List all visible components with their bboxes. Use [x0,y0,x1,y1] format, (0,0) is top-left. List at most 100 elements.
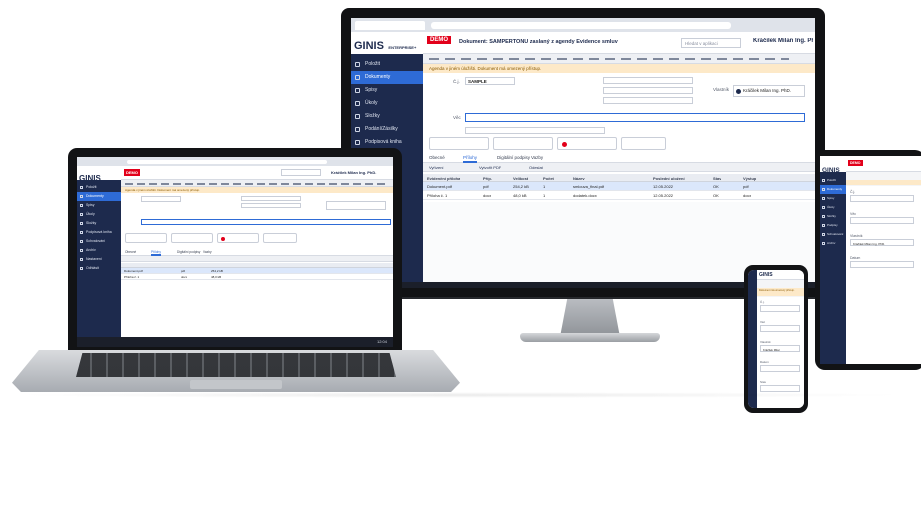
tablet-field[interactable] [850,261,914,268]
laptop-type-field[interactable] [241,196,301,201]
laptop-sidebar-item[interactable]: Položit [77,183,121,192]
laptop-sidebar-item[interactable]: Spisy [77,201,121,210]
sidebar-item[interactable]: Dokumenty [351,71,423,84]
warning-banner: Agenda v jiném úložišti. Dokument má ome… [423,64,815,73]
phone-field[interactable] [760,325,800,332]
phone-field[interactable] [760,305,800,312]
laptop-form-field[interactable] [241,203,301,208]
sidebar-item[interactable]: Složky [351,110,423,123]
laptop-user-name[interactable]: Kráčilek Milan Ing. PhD. [331,170,391,175]
browser-tab[interactable] [355,21,425,30]
laptop-search-input[interactable] [281,169,321,176]
laptop-table-cell: docx [181,275,188,279]
detail-tab[interactable]: Vazby [531,155,543,163]
phone-field[interactable] [760,365,800,372]
attachment-action-button[interactable]: Vyřízení [429,165,444,170]
tablet-field[interactable]: Kráčilek Milan Ing. PhD. [850,239,914,246]
laptop-sidebar-item[interactable]: Podpisová kniha [77,228,121,237]
tablet-sidebar-item-icon [822,206,825,209]
ref-value: SAMPLE [468,79,487,84]
laptop-table-cell: 48,0 kB [211,275,222,279]
tablet-logo-area: GINIS [820,156,846,174]
laptop-sidebar-item[interactable]: Složky [77,219,121,228]
phone-warning-banner: Dokument má omezený přístup. [757,288,804,296]
sidebar-item[interactable]: Podání/Zásilky [351,123,423,136]
type-field[interactable] [603,77,693,84]
laptop-sidebar-item[interactable]: Úkoly [77,210,121,219]
ref-field[interactable]: SAMPLE [465,77,515,85]
tablet-warning-banner [846,180,921,185]
user-name[interactable]: Kráčilek Milan Ing. PhD. [753,38,813,44]
laptop-sidebar-item[interactable]: Schvalování [77,237,121,246]
detail-tab[interactable]: Přílohy [463,155,478,163]
note-field[interactable] [465,127,605,134]
detail-tab[interactable]: Digitální podpisy [497,155,530,163]
tablet-sidebar-item[interactable]: Úkoly [820,203,846,212]
floor-shadow [10,392,910,398]
tablet-field[interactable] [850,195,914,202]
tablet-sidebar-item[interactable]: Podpisy [820,221,846,230]
subject-field[interactable] [465,113,805,122]
laptop-subject-field[interactable] [141,219,391,225]
laptop-action-card-1[interactable] [125,233,167,243]
laptop-table-row[interactable]: Příloha č. 1 docx 48,0 kB [121,274,393,280]
phone-field[interactable]: Kráčilek Milan [760,345,800,352]
laptop-action-card-2[interactable] [171,233,213,243]
tablet-sidebar-item[interactable]: Dokumenty [820,185,846,194]
date-field[interactable] [603,97,693,104]
laptop-owner-field[interactable] [326,201,386,210]
action-card-4[interactable] [621,137,666,150]
tablet-sidebar-item[interactable]: Spisy [820,194,846,203]
laptop-action-card-4[interactable] [263,233,297,243]
phone-field-label: Datum [760,360,769,364]
table-cell: docx [743,193,752,198]
laptop-sidebar-item-label: Úkoly [86,212,95,216]
document-form: Č.j. SAMPLE Vlastník Kráčilek Milan Ing.… [423,73,815,153]
laptop-trackpad [190,380,282,389]
phone-field[interactable] [760,385,800,392]
sidebar-item-icon [355,101,360,106]
action-card-1[interactable] [429,137,489,150]
table-column-header: Výstup [743,175,757,181]
laptop-sidebar-item-icon [80,195,83,198]
search-input[interactable]: Hledat v aplikaci [681,38,741,48]
browser-chrome [351,18,815,32]
tablet-sidebar-item[interactable]: Složky [820,212,846,221]
attachment-action-button[interactable]: Vytvořit PDF [479,165,501,170]
tablet-owner-value: Kráčilek Milan Ing. PhD. [853,241,886,246]
tablet-field-label: Věc [850,212,857,216]
laptop-sidebar-item[interactable]: Dokumenty [77,192,121,201]
table-row[interactable]: Příloha č. 1 docx 48,0 kB 1 dodatek.docx 12.0… [423,191,815,200]
sidebar-item[interactable]: Položit [351,58,423,71]
table-row[interactable]: Dokument.pdf pdf 254,2 kB 1 smlouva_final.pd… [423,182,815,191]
tablet-field[interactable] [850,217,914,224]
owner-field[interactable]: Kráčilek Milan Ing. PhD. [733,85,805,97]
top-bar: DEMO Dokument: SAMPERTONŮ zaslaný z agen… [423,32,815,54]
laptop-ref-field[interactable] [141,196,181,202]
detail-tab[interactable]: Obecné [429,155,445,163]
table-cell: Dokument.pdf [427,184,452,189]
laptop-sidebar-item[interactable]: Odhlásit [77,264,121,273]
address-bar[interactable] [431,22,731,29]
page-title: Dokument: SAMPERTONŮ zaslaný z agendy Ev… [459,39,618,45]
tablet-sidebar-item[interactable]: Archiv [820,239,846,248]
tablet-sidebar-item[interactable]: Schvalování [820,230,846,239]
action-card-2[interactable] [493,137,553,150]
sidebar-item[interactable]: Úkoly [351,97,423,110]
attachment-action-button[interactable]: Odeslat [529,165,543,170]
laptop-address-bar[interactable] [127,160,327,164]
laptop-sidebar-item[interactable]: Nastavení [77,255,121,264]
table-cell: 48,0 kB [513,193,527,198]
tablet-sidebar-item-icon [822,242,825,245]
sidebar-item[interactable]: Spisy [351,84,423,97]
tablet-screen: GINIS Položit Dokumenty Spisy Úkoly Složky Po… [820,156,921,364]
laptop-action-card-3[interactable] [217,233,259,243]
attachments-toolbar: Vyřízení Vytvořit PDF Odeslat [423,163,815,172]
tablet-sidebar-item[interactable]: Položit [820,176,846,185]
laptop-sidebar-item[interactable]: Archiv [77,246,121,255]
form-field[interactable] [603,87,693,94]
laptop-table-cell: pdf [181,269,186,273]
action-card-3[interactable] [557,137,617,150]
laptop-sidebar-item-label: Položit [86,185,97,189]
tablet-sidebar-item-label: Schvalování [827,232,844,236]
